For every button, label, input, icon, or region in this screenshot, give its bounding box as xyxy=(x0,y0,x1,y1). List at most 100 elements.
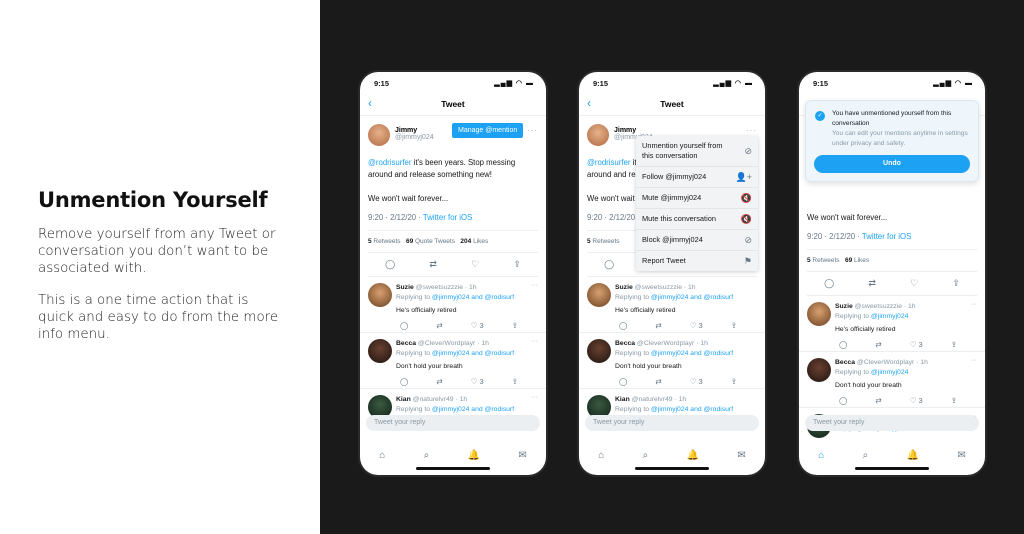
more-icon[interactable]: ··· xyxy=(531,338,538,345)
retweet-icon[interactable]: ⇄ xyxy=(436,321,442,330)
replying-to-link[interactable]: @jimmyj024 and @rodisurf xyxy=(432,350,514,357)
retweet-label: Retweets xyxy=(810,257,840,264)
reply-icon[interactable]: ◯ xyxy=(824,278,834,289)
reply-icon[interactable]: ◯ xyxy=(839,396,847,405)
reply-item[interactable]: ··· Suzie @sweetsuzzzie · 1h Replying to @… xyxy=(799,296,985,352)
intro-title: Unmention Yourself xyxy=(38,188,268,212)
like-count[interactable]: 204 xyxy=(460,238,471,245)
share-icon[interactable]: ⇪ xyxy=(513,259,521,270)
replying-to-link[interactable]: @jimmyj024 and @rodisurf xyxy=(651,406,733,413)
menu-item-block[interactable]: Block @jimmyj024 ⊘ xyxy=(636,230,758,251)
like-icon[interactable]: ♡ xyxy=(910,278,918,289)
replying-to-link[interactable]: @jimmyj024 and @rodisurf xyxy=(651,350,733,357)
replying-to-link[interactable]: @jimmyj024 and @rodisurf xyxy=(432,294,514,301)
replying-to-link[interactable]: @jimmyj024 xyxy=(871,313,909,320)
back-icon[interactable]: ‹ xyxy=(368,96,372,110)
share-icon[interactable]: ⇪ xyxy=(731,321,737,330)
retweet-icon[interactable]: ⇄ xyxy=(868,278,876,289)
like-icon[interactable]: ♡ 3 xyxy=(910,396,923,405)
share-icon[interactable]: ⇪ xyxy=(951,396,957,405)
more-icon[interactable]: ··· xyxy=(970,357,977,364)
more-icon[interactable]: ··· xyxy=(746,126,757,135)
reply-item[interactable]: Suzie @sweetsuzzzie · 1h Replying to @jim… xyxy=(579,277,765,333)
retweet-icon[interactable]: ⇄ xyxy=(875,396,881,405)
share-icon[interactable]: ⇪ xyxy=(952,278,960,289)
more-icon[interactable]: ··· xyxy=(970,301,977,308)
mail-icon[interactable]: ✉ xyxy=(957,450,965,461)
author-name[interactable]: Jimmy xyxy=(395,127,434,134)
notifications-icon[interactable]: 🔔 xyxy=(468,450,480,461)
client-link[interactable]: Twitter for iOS xyxy=(862,232,911,241)
like-icon[interactable]: ♡ 3 xyxy=(690,321,703,330)
retweet-icon[interactable]: ⇄ xyxy=(875,340,881,349)
reply-input[interactable]: Tweet your reply xyxy=(366,415,540,431)
avatar[interactable] xyxy=(807,358,831,382)
more-icon[interactable]: ··· xyxy=(531,282,538,289)
reply-icon[interactable]: ◯ xyxy=(385,259,395,270)
mute-icon: 🔇 xyxy=(740,214,752,224)
reply-icon[interactable]: ◯ xyxy=(619,321,627,330)
home-icon[interactable]: ⌂ xyxy=(598,450,604,461)
avatar[interactable] xyxy=(587,339,611,363)
mention-link[interactable]: @rodrisurfer xyxy=(368,158,411,167)
avatar[interactable] xyxy=(807,302,831,326)
reply-item[interactable]: ··· Suzie @sweetsuzzzie · 1h Replying to @… xyxy=(360,277,546,333)
menu-item-mute-user[interactable]: Mute @jimmyj024 🔇 xyxy=(636,188,758,209)
home-icon[interactable]: ⌂ xyxy=(818,450,824,461)
back-icon[interactable]: ‹ xyxy=(587,96,591,110)
reply-item[interactable]: ··· Becca @CleverWordplayr · 1h Replying t… xyxy=(799,352,985,408)
more-icon[interactable]: ··· xyxy=(527,126,538,135)
menu-item-follow[interactable]: Follow @jimmyj024 👤+ xyxy=(636,167,758,188)
client-link[interactable]: Twitter for iOS xyxy=(423,213,472,222)
retweet-icon[interactable]: ⇄ xyxy=(429,259,437,270)
avatar[interactable] xyxy=(368,283,392,307)
like-icon[interactable]: ♡ 3 xyxy=(471,321,484,330)
reply-item[interactable]: ··· Becca @CleverWordplayr · 1h Replying t… xyxy=(360,333,546,389)
retweet-icon[interactable]: ⇄ xyxy=(655,377,661,386)
reply-input[interactable]: Tweet your reply xyxy=(805,415,979,431)
menu-item-unmention[interactable]: Unmention yourself from this conversatio… xyxy=(636,136,758,167)
reply-icon[interactable]: ◯ xyxy=(400,321,408,330)
share-icon[interactable]: ⇪ xyxy=(512,377,518,386)
home-icon[interactable]: ⌂ xyxy=(379,450,385,461)
like-icon[interactable]: ♡ xyxy=(471,259,479,270)
menu-item-mute-conversation[interactable]: Mute this conversation 🔇 xyxy=(636,209,758,230)
avatar[interactable] xyxy=(587,124,609,146)
reply-icon[interactable]: ◯ xyxy=(839,340,847,349)
like-icon[interactable]: ♡ 3 xyxy=(690,377,703,386)
more-icon[interactable]: ··· xyxy=(531,394,538,401)
reply-icon[interactable]: ◯ xyxy=(619,377,627,386)
check-icon: ✓ xyxy=(815,111,825,121)
manage-mention-button[interactable]: Manage @mention xyxy=(452,123,524,138)
menu-item-report[interactable]: Report Tweet ⚑ xyxy=(636,251,758,271)
like-icon[interactable]: ♡ 3 xyxy=(910,340,923,349)
like-icon[interactable]: ♡ 3 xyxy=(471,377,484,386)
mail-icon[interactable]: ✉ xyxy=(737,450,745,461)
notifications-icon[interactable]: 🔔 xyxy=(687,450,699,461)
replying-to-link[interactable]: @jimmyj024 and @rodisurf xyxy=(651,294,733,301)
avatar[interactable] xyxy=(587,283,611,307)
search-icon[interactable]: ⌕ xyxy=(863,450,869,461)
retweet-icon[interactable]: ⇄ xyxy=(655,321,661,330)
notifications-icon[interactable]: 🔔 xyxy=(907,450,919,461)
search-icon[interactable]: ⌕ xyxy=(643,450,649,461)
search-icon[interactable]: ⌕ xyxy=(424,450,430,461)
avatar[interactable] xyxy=(368,339,392,363)
retweet-label: Retweets xyxy=(590,238,620,245)
replying-to-link[interactable]: @jimmyj024 xyxy=(871,369,909,376)
status-bar: 9:15 ▂▄▆ ◠ ▬ xyxy=(799,72,985,94)
mail-icon[interactable]: ✉ xyxy=(518,450,526,461)
reply-icon[interactable]: ◯ xyxy=(604,259,614,270)
reply-input[interactable]: Tweet your reply xyxy=(585,415,759,431)
replying-to-link[interactable]: @jimmyj024 and @rodisurf xyxy=(432,406,514,413)
author-name[interactable]: Jimmy xyxy=(614,127,653,134)
reply-item[interactable]: Becca @CleverWordplayr · 1h Replying to @… xyxy=(579,333,765,389)
retweet-icon[interactable]: ⇄ xyxy=(436,377,442,386)
share-icon[interactable]: ⇪ xyxy=(512,321,518,330)
share-icon[interactable]: ⇪ xyxy=(731,377,737,386)
avatar[interactable] xyxy=(368,124,390,146)
undo-button[interactable]: Undo xyxy=(814,155,970,173)
mention-link[interactable]: @rodrisurfer xyxy=(587,158,630,167)
share-icon[interactable]: ⇪ xyxy=(951,340,957,349)
reply-icon[interactable]: ◯ xyxy=(400,377,408,386)
